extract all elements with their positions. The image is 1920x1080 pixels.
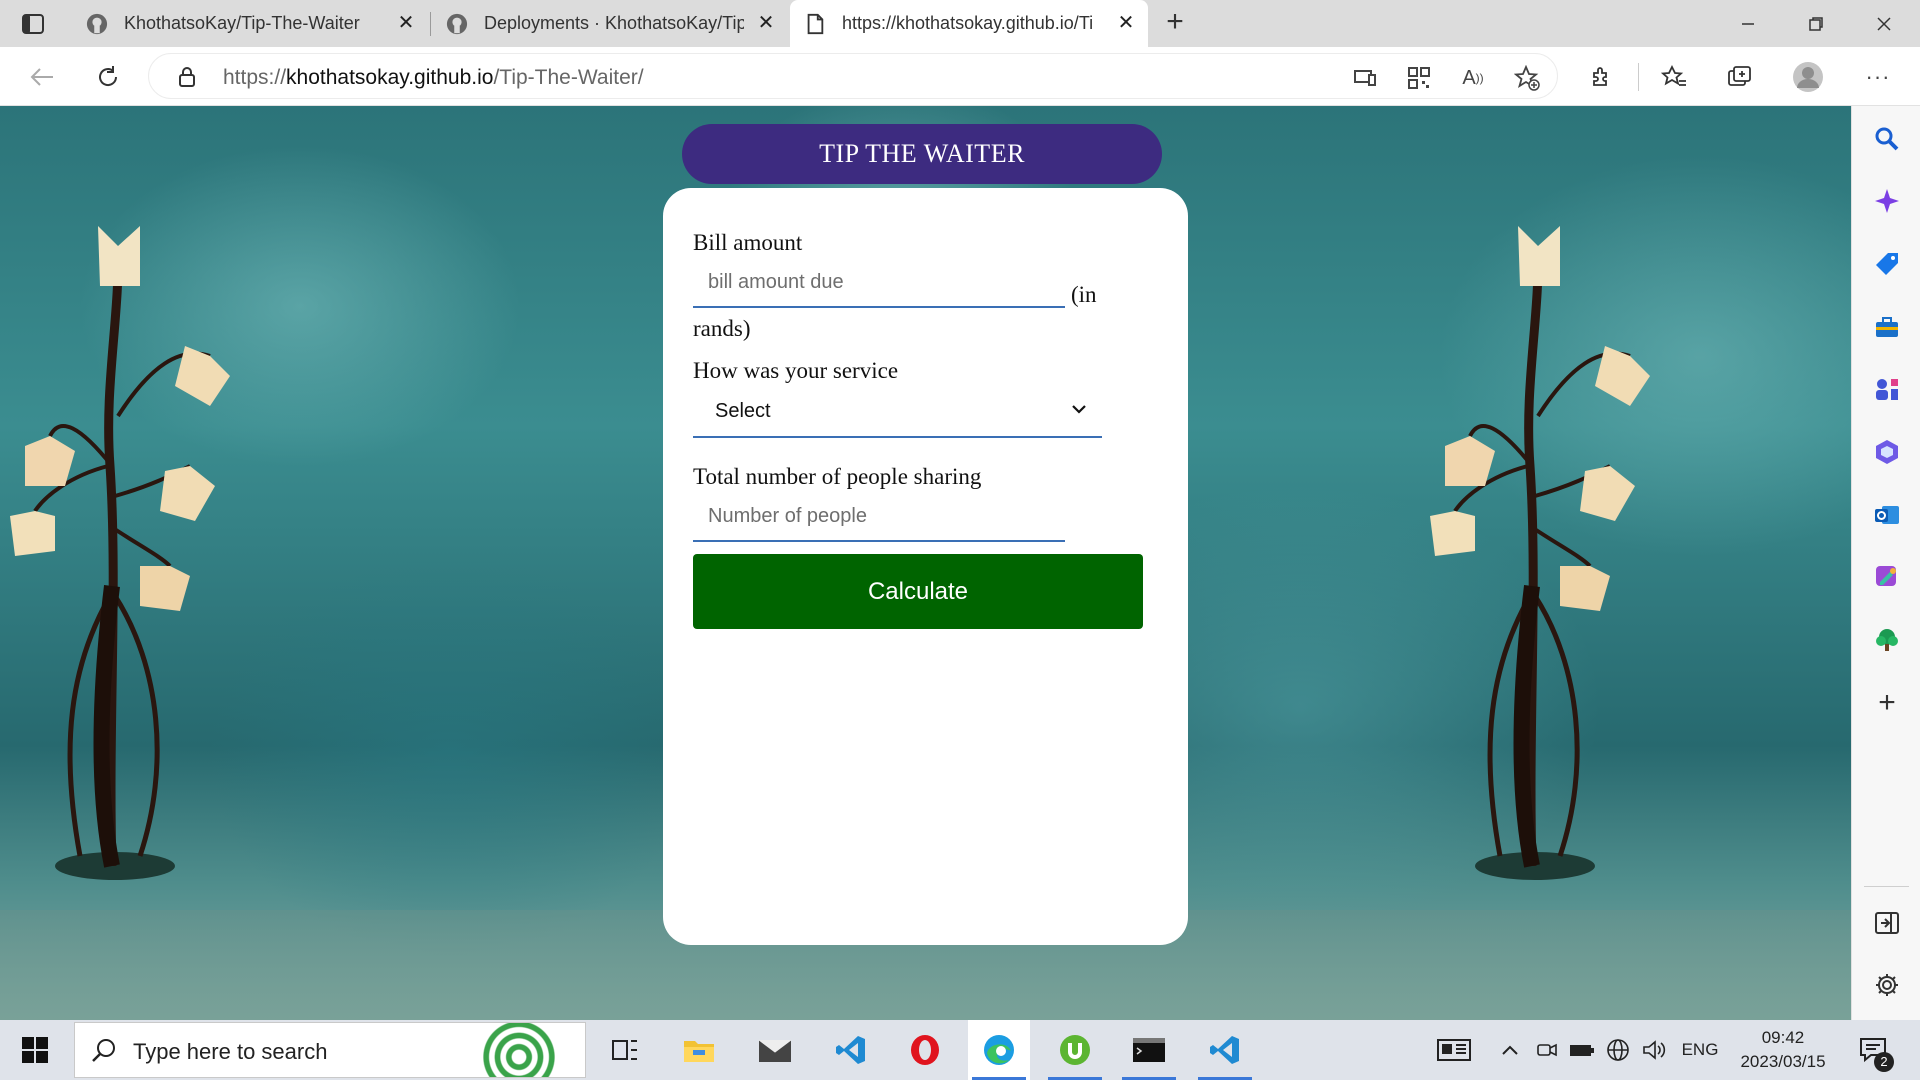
tab-title: https://khothatsokay.github.io/Ti — [842, 13, 1094, 33]
tab-actions-icon[interactable] — [18, 10, 48, 38]
add-sidebar-app-icon[interactable]: + — [1872, 686, 1902, 719]
task-view-icon[interactable] — [594, 1020, 656, 1080]
browser-toolbar: https://khothatsokay.github.io/Tip-The-W… — [0, 47, 1920, 106]
tab-divider — [430, 12, 431, 36]
bill-amount-input[interactable] — [693, 258, 1065, 308]
tab-active-page[interactable]: https://khothatsokay.github.io/Ti ✕ — [790, 0, 1148, 47]
close-window-button[interactable] — [1850, 0, 1918, 47]
github-icon — [86, 13, 108, 34]
restore-button[interactable] — [1782, 0, 1850, 47]
minimize-button[interactable] — [1714, 0, 1782, 47]
close-tab-icon[interactable]: ✕ — [1116, 13, 1136, 33]
vscode-running-icon[interactable] — [1194, 1020, 1256, 1080]
sidebar-divider — [1864, 886, 1909, 887]
vscode-icon[interactable] — [820, 1020, 882, 1080]
close-tab-icon[interactable]: ✕ — [396, 13, 416, 33]
profile-avatar[interactable] — [1790, 59, 1826, 95]
tip-calculator-card: Bill amount (in rands) How was your serv… — [663, 188, 1188, 945]
volume-icon[interactable] — [1640, 1020, 1668, 1080]
windows-start-icon[interactable] — [0, 1020, 70, 1080]
edge-browser-icon[interactable] — [968, 1020, 1030, 1080]
favorites-icon[interactable] — [1656, 59, 1692, 95]
tab-title: KhothatsoKay/Tip-The-Waiter — [124, 13, 360, 33]
settings-more-icon[interactable]: ··· — [1860, 59, 1896, 95]
url-scheme: https:// — [223, 66, 287, 89]
service-select[interactable]: Select — [693, 386, 1102, 438]
add-favorite-icon[interactable] — [1511, 62, 1543, 94]
back-button[interactable] — [24, 59, 60, 95]
tab-title: Deployments · KhothatsoKay/Tip — [484, 13, 744, 33]
currency-hint-part-2: rands) — [693, 316, 751, 341]
github-icon — [446, 13, 468, 34]
search-icon[interactable] — [1872, 124, 1902, 154]
toolbar-divider — [1638, 63, 1639, 91]
shopping-tag-icon[interactable] — [1872, 249, 1902, 279]
news-widget-icon[interactable] — [1432, 1020, 1476, 1080]
utorrent-icon[interactable] — [1044, 1020, 1106, 1080]
lock-icon[interactable] — [177, 66, 197, 93]
mail-icon[interactable] — [744, 1020, 806, 1080]
clock-date: 2023/03/15 — [1740, 1052, 1826, 1071]
hide-sidebar-icon[interactable] — [1872, 908, 1902, 938]
network-globe-icon[interactable] — [1604, 1020, 1632, 1080]
opera-icon[interactable] — [894, 1020, 956, 1080]
taskbar-search-placeholder: Type here to search — [133, 1039, 328, 1064]
calculate-button[interactable]: Calculate — [693, 554, 1143, 629]
notifications-icon[interactable]: 2 — [1852, 1020, 1896, 1080]
notification-count-badge: 2 — [1874, 1052, 1894, 1072]
url-host: khothatsokay.github.io — [286, 66, 494, 89]
tab-strip: KhothatsoKay/Tip-The-Waiter ✕ Deployment… — [0, 0, 1920, 47]
chevron-up-icon[interactable] — [1496, 1020, 1524, 1080]
taskbar-search-box[interactable]: Type here to search — [74, 1022, 586, 1078]
designer-icon[interactable] — [1872, 562, 1902, 592]
page-title: TIP THE WAITER — [682, 124, 1162, 184]
battery-icon[interactable] — [1568, 1020, 1596, 1080]
read-aloud-icon[interactable]: A)) — [1457, 62, 1489, 94]
extensions-icon[interactable] — [1584, 59, 1620, 95]
terminal-icon[interactable] — [1118, 1020, 1180, 1080]
tab-github-repo[interactable]: KhothatsoKay/Tip-The-Waiter ✕ — [72, 0, 428, 47]
app-available-icon[interactable] — [1349, 62, 1381, 94]
page-viewport: Bill amount (in rands) How was your serv… — [0, 106, 1851, 1020]
close-tab-icon[interactable]: ✕ — [756, 13, 776, 33]
bill-amount-label: Bill amount — [693, 230, 803, 255]
url-text[interactable]: https://khothatsokay.github.io/Tip-The-W… — [223, 66, 644, 90]
tree-icon[interactable] — [1872, 625, 1902, 655]
qr-code-icon[interactable] — [1403, 62, 1435, 94]
tab-deployments[interactable]: Deployments · KhothatsoKay/Tip ✕ — [432, 0, 788, 47]
page-icon — [807, 13, 824, 34]
tools-briefcase-icon[interactable] — [1872, 312, 1902, 342]
input-language-indicator[interactable]: ENG — [1680, 1020, 1720, 1080]
file-explorer-icon[interactable] — [668, 1020, 730, 1080]
new-tab-button[interactable]: + — [1160, 7, 1190, 38]
search-highlight-image — [479, 1023, 559, 1077]
edge-sidebar: + — [1851, 106, 1920, 1020]
system-clock[interactable]: 09:42 2023/03/15 — [1728, 1026, 1838, 1074]
service-selected-value: Select — [715, 399, 771, 422]
url-path: /Tip-The-Waiter/ — [493, 66, 644, 89]
currency-hint-part-1: (in — [1071, 282, 1097, 307]
games-icon[interactable] — [1872, 374, 1902, 404]
microsoft-365-icon[interactable] — [1872, 437, 1902, 467]
address-bar[interactable]: https://khothatsokay.github.io/Tip-The-W… — [148, 53, 1558, 99]
reload-button[interactable] — [90, 59, 126, 95]
chevron-down-icon — [1070, 400, 1088, 424]
meet-now-icon[interactable] — [1534, 1020, 1560, 1080]
clock-time: 09:42 — [1761, 1028, 1805, 1047]
service-label: How was your service — [693, 358, 899, 383]
people-label: Total number of people sharing — [693, 464, 982, 489]
outlook-icon[interactable] — [1872, 500, 1902, 530]
flower-lamp-image — [1430, 226, 1650, 880]
sidebar-settings-gear-icon[interactable] — [1872, 970, 1902, 1000]
people-count-input[interactable] — [693, 492, 1065, 542]
copilot-sparkle-icon[interactable] — [1872, 186, 1902, 216]
collections-icon[interactable] — [1722, 59, 1758, 95]
windows-taskbar: Type here to search ENG 09:42 2023/03/15… — [0, 1020, 1920, 1080]
flower-lamp-image — [10, 226, 230, 880]
search-icon — [91, 1037, 117, 1068]
